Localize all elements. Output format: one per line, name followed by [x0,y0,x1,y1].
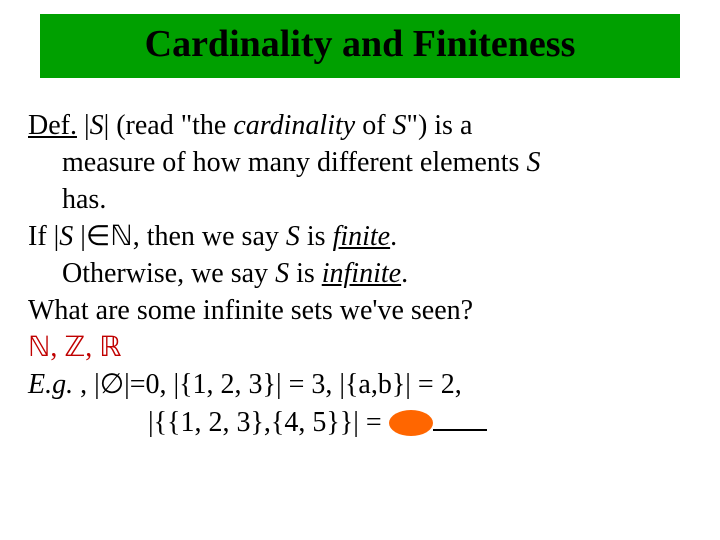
definition-line-2: measure of how many different elements S [28,145,692,180]
word-finite: finite [333,221,391,252]
text: | (read "the [104,110,234,141]
text: . [390,221,397,252]
var-s: S [286,221,300,252]
var-s: S [275,258,289,289]
set-z-symbol: ℤ [64,332,85,363]
text: , |∅|=0, |{1, 2, 3}| = 3, |{a,b}| = 2, [73,369,462,400]
finite-line-2: Otherwise, we say S is infinite. [28,256,692,291]
title-box: Cardinality and Finiteness [40,14,680,78]
var-s: S [59,221,73,252]
slide-body: Def. |S| (read "the cardinality of S") i… [28,108,692,440]
definition-line-3: has. [28,182,692,217]
set-r-symbol: ℝ [99,332,121,363]
text: has. [62,184,106,215]
text: , then we say [133,221,286,252]
text: , [85,332,99,363]
text: , [50,332,64,363]
question-line: What are some infinite sets we've seen? [28,293,692,328]
text: |{{1, 2, 3},{4, 5}}| = [148,407,389,438]
text: | [77,110,90,141]
text: Otherwise, we say [62,258,275,289]
var-s: S [90,110,104,141]
text: If | [28,221,59,252]
slide: Cardinality and Finiteness Def. |S| (rea… [0,0,720,540]
set-n-symbol: ℕ [28,332,50,363]
slide-title: Cardinality and Finiteness [52,22,668,66]
blank-underline [433,404,487,431]
var-s: S [393,110,407,141]
definition-line-1: Def. |S| (read "the cardinality of S") i… [28,108,692,143]
answer-sets: ℕ, ℤ, ℝ [28,330,692,365]
text: . [401,258,408,289]
text: What are some infinite sets we've seen? [28,295,473,326]
eg-label: E.g. [28,369,73,400]
word-cardinality: cardinality [233,110,355,141]
example-line-1: E.g. , |∅|=0, |{1, 2, 3}| = 3, |{a,b}| =… [28,367,692,402]
text: |∈ [73,221,110,252]
text: is [289,258,322,289]
var-s: S [526,147,540,178]
word-infinite: infinite [322,258,401,289]
answer-cover-oval-icon [389,410,433,436]
finite-line-1: If |S |∈ℕ, then we say S is finite. [28,219,692,254]
def-label: Def. [28,110,77,141]
text: ") is a [407,110,473,141]
example-line-2: |{{1, 2, 3},{4, 5}}| = [28,404,692,440]
text: measure of how many different elements [62,147,526,178]
natural-numbers-symbol: ℕ [110,221,132,252]
text: is [300,221,333,252]
text: of [355,110,392,141]
